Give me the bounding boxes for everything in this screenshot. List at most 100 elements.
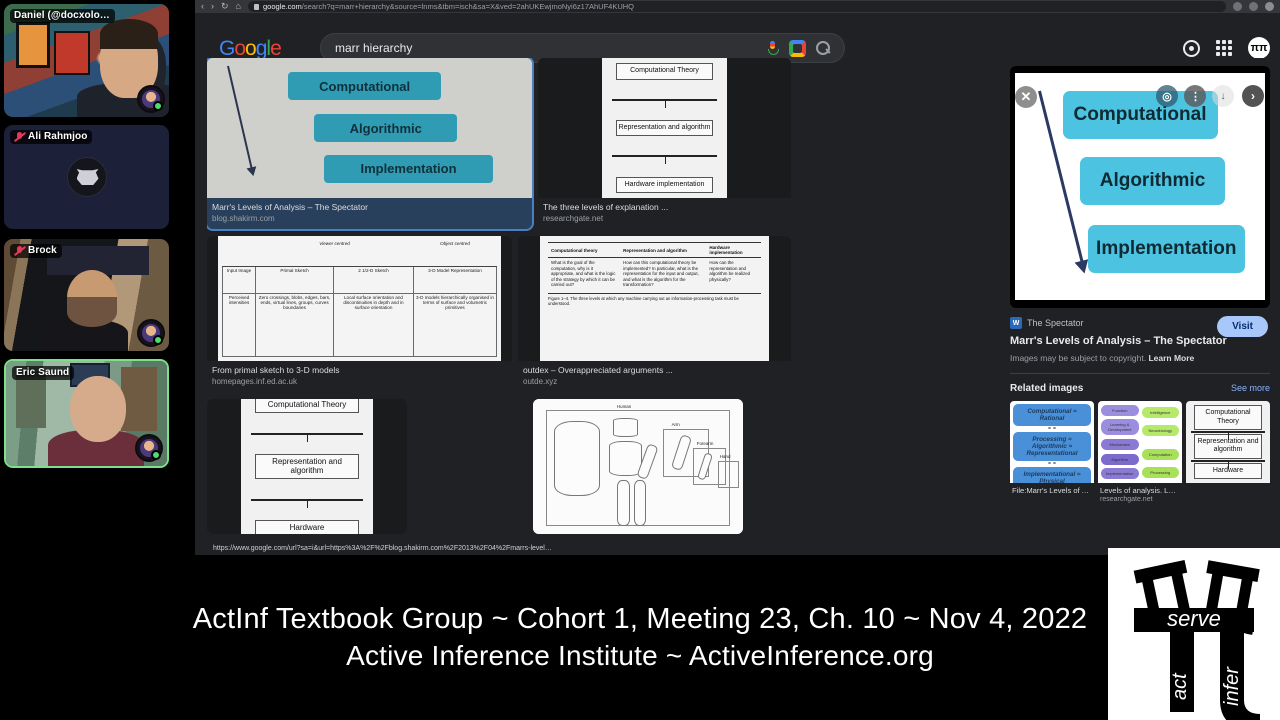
google-header: Google marr hierarchy ππ <box>195 13 1280 63</box>
participant-name: Ali Rahmjoo <box>28 131 88 142</box>
table: Computational theory Representation and … <box>548 242 761 290</box>
avatar <box>66 157 107 197</box>
table-row: What is the goal of the computation, why… <box>548 258 761 290</box>
table-row: Viewer centred Object centred <box>222 240 497 267</box>
active-status-dot <box>153 335 163 345</box>
table-cell: Perceived intensities <box>221 293 257 357</box>
person-hair <box>99 18 158 49</box>
browser-window: ‹ › ↻ ⌂ google.com/search?q=marr+hierarc… <box>195 0 1280 555</box>
table-cell: 3-D models hierarchically organised in t… <box>412 293 498 357</box>
avatar[interactable]: ππ <box>1248 37 1270 59</box>
search-icon[interactable] <box>816 41 830 55</box>
gear-icon[interactable] <box>1183 39 1200 57</box>
level-box-processing: Processing ≈ Algorithmic ≈ Representatio… <box>1013 432 1091 461</box>
home-button[interactable]: ⌂ <box>236 2 241 11</box>
close-icon[interactable]: ✕ <box>1015 86 1037 108</box>
pill-implementation: Implementation <box>1101 468 1139 480</box>
microphone-icon[interactable] <box>766 40 779 56</box>
flow-box-computational: Computational Theory <box>1194 405 1262 430</box>
right-column: Intelligence Neurobiology Computation Pr… <box>1141 404 1179 480</box>
table-header: Hardware implementation <box>706 242 761 258</box>
address-bar[interactable]: google.com/search?q=marr+hierarchy&sourc… <box>247 1 1226 12</box>
header-actions: ππ <box>1183 37 1270 59</box>
result-card[interactable]: Viewer centred Object centred Input Imag… <box>207 236 512 392</box>
result-thumbnail: Human Arm Forearm Hand <box>533 399 743 534</box>
visit-button[interactable]: Visit <box>1217 316 1268 337</box>
result-caption: Marr's Levels of Analysis – The Spectato… <box>207 198 532 229</box>
pill-function: Function <box>1101 404 1139 416</box>
forward-button[interactable]: › <box>211 2 214 11</box>
divider <box>250 432 364 442</box>
screen-capture: Daniel (@docxolo… Ali Rahmjoo Brock Eric… <box>0 0 1280 720</box>
next-arrow-icon[interactable]: › <box>1242 85 1264 107</box>
apps-grid-icon[interactable] <box>1216 40 1232 56</box>
pill-learning: Learning & Development <box>1101 419 1139 436</box>
result-domain: researchgate.net <box>543 214 604 223</box>
flow-box-hardware: Hardware <box>255 520 359 534</box>
more-options-icon[interactable]: ⋮ <box>1184 85 1206 107</box>
pill-intelligence: Intelligence <box>1141 406 1179 418</box>
search-input[interactable]: marr hierarchy <box>335 41 756 55</box>
google-lens-icon[interactable]: ◎ <box>1156 85 1178 107</box>
bookmark-icon[interactable] <box>1249 2 1258 11</box>
participant-tile-ali[interactable]: Ali Rahmjoo <box>4 125 169 229</box>
learn-more-link[interactable]: Learn More <box>1148 353 1194 363</box>
wall-art <box>15 22 50 69</box>
table-row: Perceived intensities Zero crossings, bl… <box>221 293 498 357</box>
arrow-icon <box>226 66 254 174</box>
extensions-icon[interactable] <box>1233 2 1242 11</box>
cylinder <box>554 420 601 497</box>
download-icon[interactable]: ↓ <box>1212 85 1234 107</box>
result-card[interactable]: Computational Theory Representation and … <box>207 399 407 534</box>
pill-algorithm: Algorithm <box>1101 453 1139 465</box>
result-card[interactable]: Human Arm Forearm Hand <box>533 399 743 534</box>
related-thumbnail: Computational ≈ Rational ⚭⚭ Processing ≈… <box>1010 401 1094 483</box>
see-more-link[interactable]: See more <box>1231 383 1270 393</box>
result-title: Marr's Levels of Analysis – The Spectato… <box>212 202 368 212</box>
result-card[interactable]: Computational Algorithmic Implementation… <box>207 58 534 231</box>
result-card[interactable]: Computational Theory Representation and … <box>538 58 791 229</box>
back-button[interactable]: ‹ <box>201 2 204 11</box>
three-levels-flowchart: Computational Theory Representation and … <box>241 399 373 534</box>
related-image-card[interactable]: Computational Theory Representation and … <box>1186 401 1270 504</box>
preview-image[interactable]: Computational Algorithmic Implementation… <box>1010 66 1270 308</box>
result-thumbnail: Computational Theory Representation and … <box>207 399 407 534</box>
table-header: 2 1/2-D Sketch <box>333 265 414 295</box>
active-status-dot <box>151 450 161 460</box>
bookshelf <box>121 367 158 432</box>
favicon: W <box>1010 317 1022 329</box>
related-caption: Levels of analysis. Left column ... <box>1100 486 1182 495</box>
table: Viewer centred Object centred Input Imag… <box>221 240 498 357</box>
diagram-label-forearm: Forearm <box>696 440 714 446</box>
participant-tile-brock[interactable]: Brock <box>4 239 169 351</box>
related-images-grid: Computational ≈ Rational ⚭⚭ Processing ≈… <box>1010 401 1270 504</box>
related-image-card[interactable]: Computational ≈ Rational ⚭⚭ Processing ≈… <box>1010 401 1094 504</box>
address-bar-text: google.com/search?q=marr+hierarchy&sourc… <box>263 2 634 11</box>
table-group-header: Viewer centred <box>255 240 414 267</box>
participant-tile-eric[interactable]: Eric Saund <box>4 359 169 468</box>
result-title: outdex – Overappreciated arguments ... <box>523 365 673 375</box>
mic-muted-icon <box>14 245 25 256</box>
result-caption: The three levels of explanation ... rese… <box>538 198 791 229</box>
result-caption: outdex – Overappreciated arguments ... o… <box>518 361 791 392</box>
marr-box-computational: Computational <box>288 72 441 100</box>
marr-box-algorithmic: Algorithmic <box>314 114 458 142</box>
copyright-text: Images may be subject to copyright. <box>1010 353 1147 363</box>
flow-box-computational: Computational Theory <box>616 63 713 80</box>
result-thumbnail: Viewer centred Object centred Input Imag… <box>207 236 512 361</box>
divider <box>612 155 717 165</box>
related-image-card[interactable]: Function Learning & Development Mechanis… <box>1098 401 1182 504</box>
marr-box-implementation: Implementation <box>324 154 493 183</box>
google-lens-icon[interactable] <box>789 39 806 57</box>
result-card[interactable]: Computational theory Representation and … <box>518 236 791 392</box>
logo-word-serve: serve <box>1167 606 1221 631</box>
person-head <box>70 375 127 442</box>
participant-tile-daniel[interactable]: Daniel (@docxolo… <box>4 4 169 117</box>
result-domain: outde.xyz <box>523 377 558 386</box>
url-domain: google.com <box>262 2 302 11</box>
reload-button[interactable]: ↻ <box>221 2 229 11</box>
pill-neurobiology: Neurobiology <box>1141 424 1179 436</box>
three-levels-flowchart: Computational Theory Representation and … <box>1186 401 1270 483</box>
profile-icon[interactable] <box>1265 2 1274 11</box>
table-header: 3-D Model Representation <box>412 265 498 295</box>
